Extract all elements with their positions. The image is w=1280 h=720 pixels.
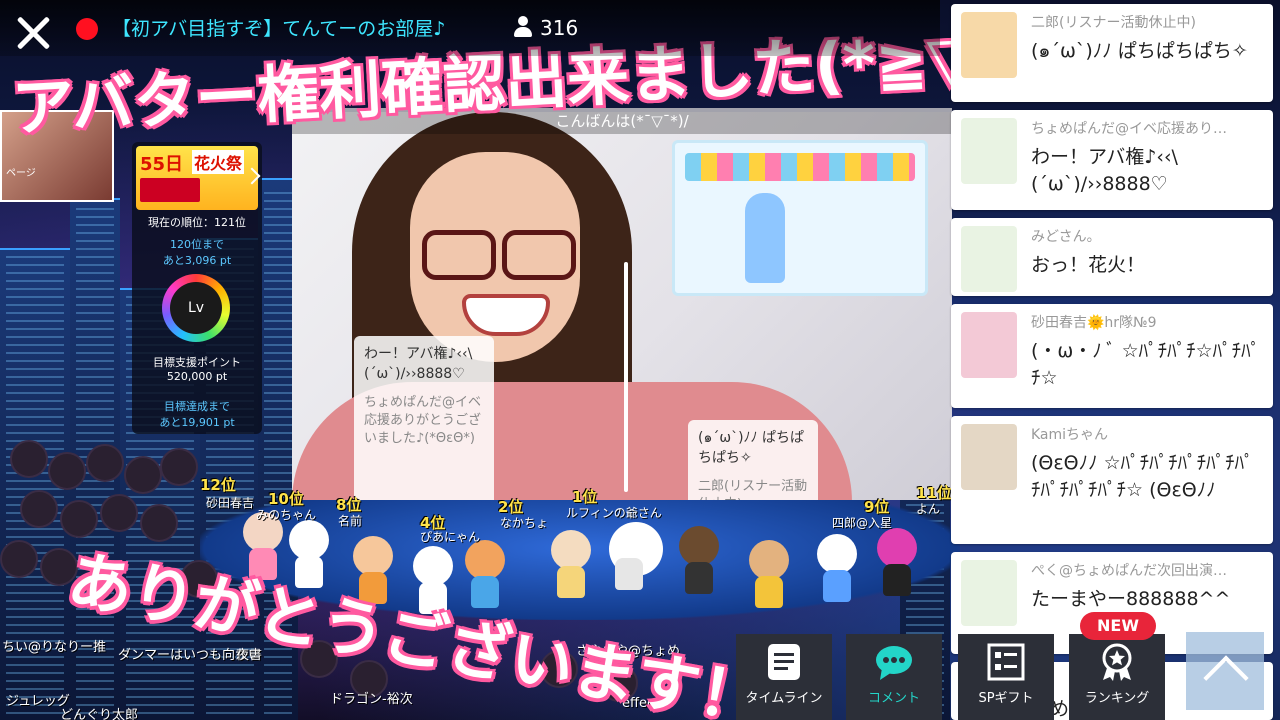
comment-text: (・ω・ﾉ ﾞ ☆ﾊﾟﾁﾊﾟﾁ☆ﾊﾟﾁﾊﾟﾁ☆ [1031, 340, 1261, 389]
ranking-button[interactable]: ランキング [1069, 634, 1165, 720]
event-banner[interactable]: 55日 花火祭 [136, 146, 258, 210]
level-label: Lv [170, 282, 222, 334]
medal-icon [1102, 643, 1132, 681]
document-icon [768, 644, 800, 680]
comment-text: (ΘεΘﾉﾉ ☆ﾊﾟﾁﾊﾟﾁﾊﾟﾁﾊﾟﾁﾊﾟﾁﾊﾟﾁﾊﾟﾁﾊﾟﾁ☆ (ΘεΘﾉﾉ [1031, 452, 1254, 501]
goal-remaining-label: 目標達成まで [164, 400, 230, 413]
comment-author: 二郎(リスナー活動休止中) [1031, 15, 1196, 31]
comment-button[interactable]: コメント [846, 634, 942, 720]
next-rank-label: 120位まで [170, 238, 224, 251]
live-indicator-icon [76, 18, 98, 40]
goal-remaining-points: あと19,901 pt [159, 416, 235, 429]
comment-author: みどさん。 [1031, 229, 1101, 245]
comment-item[interactable]: Kamiちゃん (ΘεΘﾉﾉ ☆ﾊﾟﾁﾊﾟﾁﾊﾟﾁﾊﾟﾁﾊﾟﾁﾊﾟﾁﾊﾟﾁﾊﾟﾁ… [951, 416, 1273, 544]
timeline-label: タイムライン [745, 691, 823, 706]
comment-text: たーまやー888888^^ [1031, 588, 1231, 610]
new-badge: NEW [1080, 612, 1156, 640]
avatar [961, 424, 1017, 490]
avatar[interactable] [606, 522, 666, 592]
top-bar: 【初アバ目指すぞ】てんてーのお部屋♪ 316 [0, 0, 940, 56]
avatar-name: よん [916, 502, 941, 516]
avatar-name: なかちょ [500, 516, 549, 530]
glasses-left [422, 230, 496, 280]
comment-text: おっ！花火！ [1031, 254, 1146, 276]
comment-item[interactable]: みどさん。 おっ！花火！ [951, 218, 1273, 296]
close-button[interactable] [12, 12, 54, 54]
sp-gift-label: SPギフト [978, 691, 1034, 706]
live-stream-view: ページ こんばんは(*¯▽¯*)/ わー！アバ権♪‹‹\(´ω`)/››8888… [0, 0, 1280, 720]
event-days: 55日 [140, 154, 184, 175]
avatar-name: ルフィンの爺さん [566, 506, 662, 520]
sp-gift-button[interactable]: SPギフト [958, 634, 1054, 720]
avatar[interactable] [814, 534, 860, 604]
ticker-name: ちい@りなりー推 [2, 640, 107, 655]
glasses-right [502, 230, 576, 280]
avatar-name: みのちゃん [256, 508, 317, 522]
ticker-name: どんぐり太郎 [60, 708, 139, 720]
person-icon [514, 16, 532, 38]
event-ranking-panel[interactable]: 55日 花火祭 現在の順位：121位 120位まで あと3,096 pt Lv … [132, 142, 262, 434]
avatar-name: 砂田春吉 [206, 496, 255, 510]
next-rank-points: あと3,096 pt [162, 254, 232, 267]
avatar [961, 12, 1017, 78]
avatar [961, 560, 1017, 626]
video-comment-text: (๑´ω`)ﾉﾉ ぱちぱちぱち✧ [698, 430, 804, 466]
comment-item[interactable]: ちょめぱんだ@イベ応援あり… わー！アバ権♪‹‹\(´ω`)/››8888♡ [951, 110, 1273, 210]
video-comment-text: わー！アバ権♪‹‹\(´ω`)/››8888♡ [364, 346, 473, 382]
mini-thumbnail-label: ページ [6, 168, 36, 179]
avatar-name: 四郎@入星 [832, 516, 893, 530]
comment-item[interactable]: 二郎(リスナー活動休止中) (๑´ω`)ﾉﾉ ぱちぱちぱち✧ [951, 4, 1273, 102]
avatar [961, 118, 1017, 184]
scroll-up-button[interactable] [1186, 632, 1264, 710]
gift-list-icon [987, 643, 1025, 681]
comment-text: わー！アバ権♪‹‹\(´ω`)/››8888♡ [1031, 146, 1178, 195]
avatar [961, 226, 1017, 292]
viewer-count: 316 [540, 16, 579, 40]
level-badge: Lv [162, 274, 230, 342]
rank-tag: 12位 [200, 476, 236, 494]
avatar-name: ぴあにゃん [420, 530, 481, 544]
event-title: 花火祭 [192, 150, 245, 174]
video-comment-card: わー！アバ権♪‹‹\(´ω`)/››8888♡ ちょめぱんだ@イベ応援ありがとう… [354, 336, 494, 506]
timeline-button[interactable]: タイムライン [736, 634, 832, 720]
avatar[interactable] [676, 526, 722, 596]
comment-author: ちょめぱんだ@イベ応援あり… [1031, 121, 1227, 137]
goal-points-label: 目標支援ポイント [153, 356, 241, 369]
avatar[interactable] [874, 528, 920, 598]
avatar-name: 名前 [338, 514, 363, 528]
current-rank: 現在の順位：121位 [148, 216, 246, 229]
speech-bubble-icon [876, 646, 912, 680]
comment-text: (๑´ω`)ﾉﾉ ぱちぱちぱち✧ [1031, 40, 1248, 62]
ticker-name: ドラゴン-裕次 [330, 692, 413, 707]
video-comment-name: ちょめぱんだ@イベ応援ありがとうございました♪(*ΘεΘ*) [364, 395, 482, 446]
avatar[interactable] [548, 530, 594, 600]
comment-author: 砂田春吉🌞hr隊№9 [1031, 315, 1157, 331]
avatar[interactable] [746, 540, 792, 610]
comment-item[interactable]: 砂田春吉🌞hr隊№9 (・ω・ﾉ ﾞ ☆ﾊﾟﾁﾊﾟﾁ☆ﾊﾟﾁﾊﾟﾁ☆ [951, 304, 1273, 408]
wall-poster [672, 140, 928, 296]
comment-author: ぺく@ちょめぱんだ次回出演… [1031, 563, 1227, 579]
comment-label: コメント [867, 691, 920, 706]
comment-author: Kamiちゃん [1031, 427, 1109, 443]
earphone-cable [624, 262, 628, 492]
ranking-label: ランキング [1084, 691, 1150, 706]
avatar [961, 312, 1017, 378]
room-title: 【初アバ目指すぞ】てんてーのお部屋♪ [112, 18, 446, 40]
goal-points-value: 520,000 pt [166, 370, 228, 383]
